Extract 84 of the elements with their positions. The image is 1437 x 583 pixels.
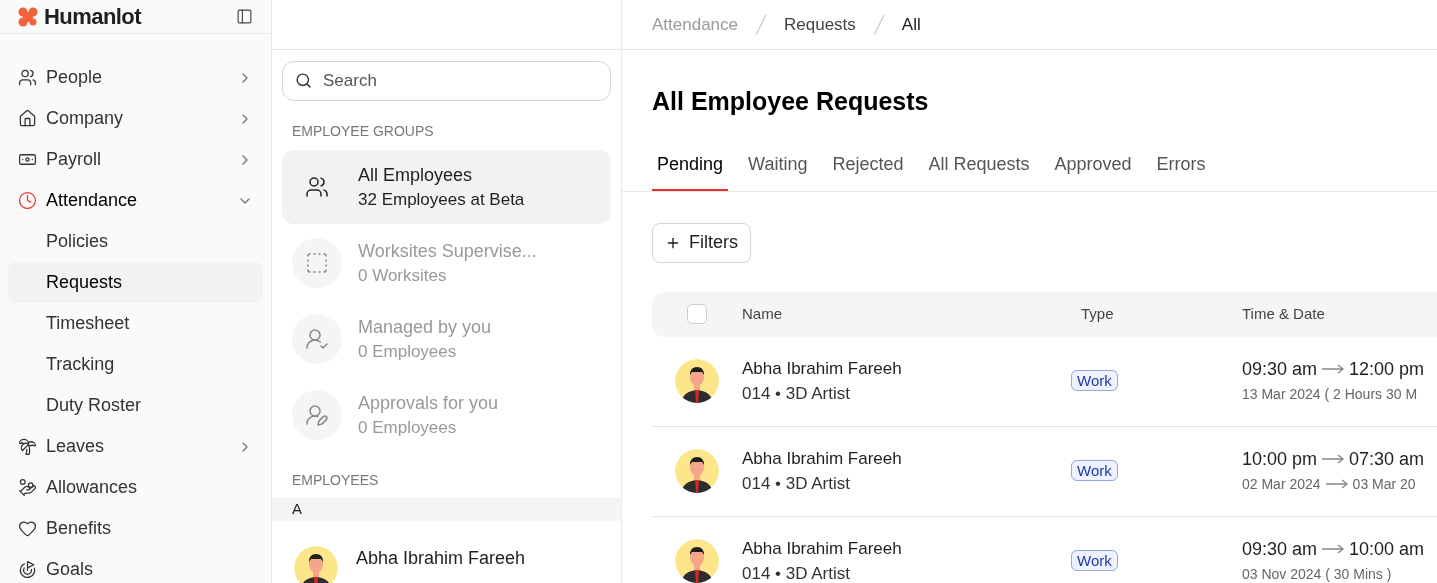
column-header: Name [742, 303, 783, 324]
filters-button[interactable]: Filters [652, 222, 751, 263]
search-icon [295, 72, 312, 89]
nav-subitem[interactable]: Timesheet [8, 303, 263, 344]
request-date: 13 Mar 2024 ( 2 Hours 30 M [1242, 385, 1419, 404]
nav-item[interactable]: Goals [8, 549, 263, 583]
breadcrumb-separator [871, 13, 886, 36]
arrow-icon [1321, 364, 1346, 374]
page-title: All Employee Requests [651, 86, 930, 117]
breadcrumb-link[interactable]: Requests [784, 11, 856, 38]
time-end: 10:00 am [1349, 538, 1425, 561]
select-all-checkbox[interactable] [687, 304, 707, 324]
time-start: 09:30 am [1242, 358, 1318, 381]
brand-name: Humanlot [44, 3, 142, 31]
clock-icon [18, 191, 37, 210]
type-tag: Work [1071, 550, 1118, 571]
employee-name: Abha Ibrahim Fareeh [742, 358, 903, 380]
tab[interactable]: Approved [1049, 150, 1137, 191]
target-icon [18, 560, 37, 579]
dashed-square-icon [305, 251, 329, 275]
people-icon [18, 68, 37, 87]
type-tag: Work [1071, 460, 1118, 481]
group-title: Managed by you [358, 315, 492, 339]
search-field[interactable]: Search [282, 61, 611, 101]
heart-icon [18, 519, 37, 538]
employee-detail: 014 • 3D Artist [742, 473, 851, 495]
employee-name[interactable]: Abha Ibrahim Fareeh [356, 545, 526, 572]
hand-coins-icon [18, 478, 37, 497]
breadcrumb-separator [754, 13, 768, 36]
nav-subitem[interactable]: Policies [8, 221, 263, 262]
type-tag: Work [1071, 370, 1118, 391]
group-title: Approvals for you [358, 391, 499, 415]
group-item[interactable]: All Employees 32 Employees at Beta [282, 150, 611, 224]
avatar-icon [675, 359, 719, 403]
nav-subitem[interactable]: Tracking [8, 344, 263, 385]
group-title: Worksites Supervise... [358, 239, 537, 263]
house-icon [18, 109, 37, 128]
employee-detail: 014 • 3D Artist [742, 383, 851, 405]
group-subtitle: 0 Worksites [358, 264, 448, 287]
arrow-icon [1321, 454, 1346, 464]
nav-item[interactable]: Benefits [8, 508, 263, 549]
avatar-icon [675, 449, 719, 493]
avatar-icon [294, 545, 338, 583]
arrow-icon [1324, 479, 1349, 489]
employee-name: Abha Ibrahim Fareeh [742, 448, 903, 470]
group-subtitle: 0 Employees [358, 340, 458, 363]
user-pen-icon [305, 403, 329, 427]
nav-item[interactable]: Leaves [8, 426, 263, 467]
column-header: Time & Date [1242, 303, 1325, 324]
group-subtitle: 32 Employees at Beta [358, 188, 525, 211]
nav-item[interactable]: Allowances [8, 467, 263, 508]
nav-item[interactable]: Payroll [8, 139, 263, 180]
logo-icon [18, 6, 38, 27]
time-start: 10:00 pm [1242, 448, 1318, 471]
employee-detail: 014 • 3D Artist [742, 563, 851, 583]
nav-item[interactable]: Company [8, 98, 263, 139]
column-header: Type [1081, 303, 1115, 324]
palm-tree-icon [18, 437, 37, 456]
time-start: 09:30 am [1242, 538, 1318, 561]
user-check-icon [305, 327, 329, 351]
section-heading: EMPLOYEE GROUPS [291, 122, 435, 141]
tab[interactable]: Rejected [827, 150, 909, 191]
arrow-icon [1321, 544, 1346, 554]
users-icon [305, 175, 329, 199]
tab[interactable]: All Requests [923, 150, 1035, 191]
request-date: 03 Nov 2024 ( 30 Mins ) [1242, 565, 1393, 583]
sidebar-toggle-icon[interactable] [236, 8, 253, 25]
time-end: 07:30 am [1349, 448, 1425, 471]
avatar-icon [675, 539, 719, 583]
tab[interactable]: Pending [652, 150, 729, 191]
tab[interactable]: Waiting [743, 150, 813, 191]
date-start: 02 Mar 2024 [1242, 475, 1321, 494]
date-end: 03 Mar 20 [1352, 475, 1416, 494]
nav-item[interactable]: People [8, 57, 263, 98]
nav-item[interactable]: Attendance [8, 180, 263, 221]
letter-header: A [272, 498, 621, 521]
section-heading: EMPLOYEES [291, 471, 380, 490]
group-subtitle: 0 Employees [358, 416, 458, 439]
nav-subitem[interactable]: Duty Roster [8, 385, 263, 426]
nav-subitem[interactable]: Requests [8, 262, 263, 303]
time-end: 12:00 pm [1349, 358, 1425, 381]
tab[interactable]: Errors [1151, 150, 1211, 191]
employee-name: Abha Ibrahim Fareeh [742, 538, 903, 560]
group-title: All Employees [358, 163, 474, 187]
